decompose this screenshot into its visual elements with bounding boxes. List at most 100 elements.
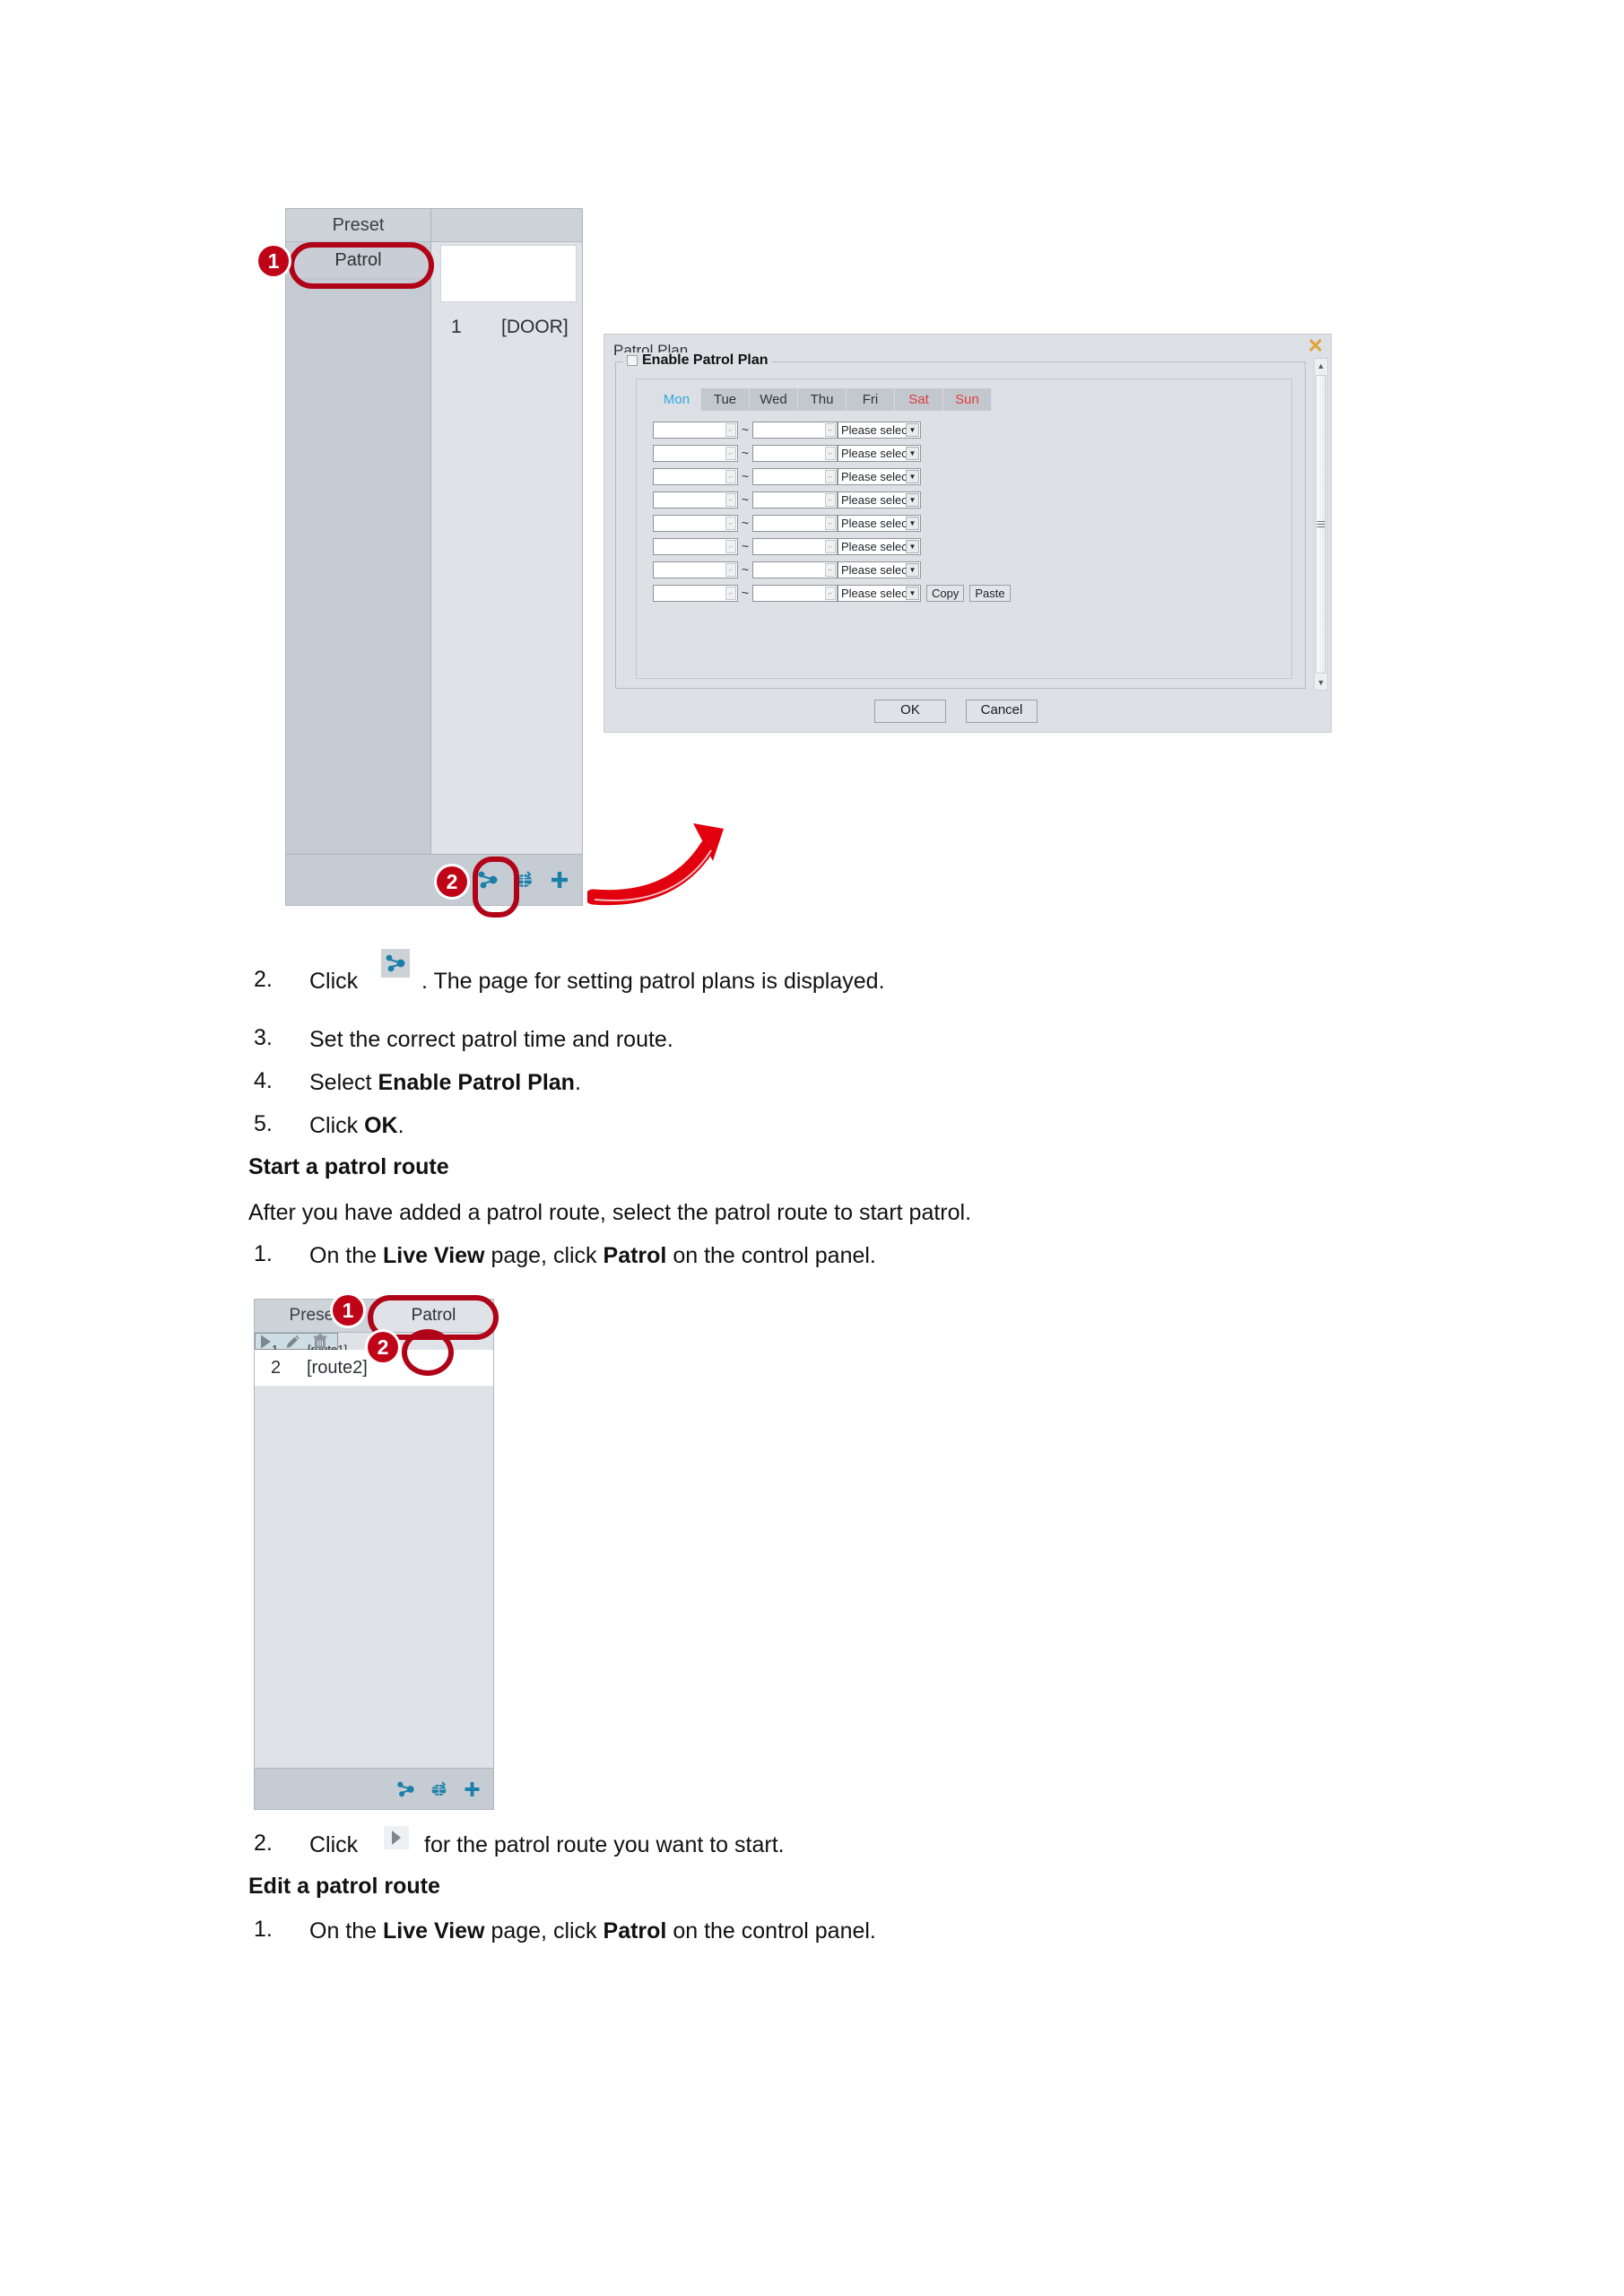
step-5-pre: Click — [309, 1113, 365, 1138]
end-time-input[interactable]: ⌐ — [752, 444, 838, 462]
start-time-input[interactable]: ⌐ — [653, 537, 738, 555]
time-picker-icon[interactable]: ⌐ — [725, 492, 736, 507]
plan-row: ⌐ ~ ⌐ Please select ▼ — [653, 444, 1284, 462]
dialog-scrollbar[interactable]: ▲ ▼ — [1314, 358, 1328, 691]
route-panel-toolbar — [255, 1768, 493, 1809]
time-picker-icon[interactable]: ⌐ — [825, 446, 836, 460]
scrollbar-thumb[interactable] — [1316, 375, 1326, 674]
day-tab-mon[interactable]: Mon — [653, 388, 701, 411]
time-picker-icon[interactable]: ⌐ — [825, 539, 836, 553]
chevron-down-icon[interactable]: ▼ — [906, 469, 919, 483]
end-time-input[interactable]: ⌐ — [752, 584, 838, 602]
time-picker-icon[interactable]: ⌐ — [725, 516, 736, 530]
preset-column-header[interactable]: Preset — [286, 209, 430, 242]
start-time-input[interactable]: ⌐ — [653, 444, 738, 462]
scroll-up-icon[interactable]: ▲ — [1315, 359, 1327, 373]
range-separator: ~ — [741, 562, 750, 577]
patrol-tab-button[interactable]: Patrol — [286, 242, 430, 279]
start-time-input[interactable]: ⌐ — [653, 584, 738, 602]
add-icon[interactable] — [548, 868, 571, 891]
delete-patrol-icon[interactable] — [312, 1333, 328, 1350]
patrol-plan-dialog: Patrol Plan ✕ ▲ ▼ Enable Patrol Plan Mon… — [604, 334, 1332, 733]
plan-row: ⌐ ~ ⌐ Please select ▼ — [653, 467, 1284, 485]
day-tab-wed[interactable]: Wed — [750, 388, 798, 411]
time-picker-icon[interactable]: ⌐ — [725, 422, 736, 437]
time-picker-icon[interactable]: ⌐ — [825, 422, 836, 437]
edit-patrol-icon[interactable] — [284, 1333, 301, 1350]
day-tab-sun[interactable]: Sun — [943, 388, 992, 411]
chevron-down-icon[interactable]: ▼ — [906, 446, 919, 460]
start-time-input[interactable]: ⌐ — [653, 421, 738, 439]
chevron-down-icon[interactable]: ▼ — [906, 562, 919, 577]
end-time-input[interactable]: ⌐ — [752, 537, 838, 555]
range-separator: ~ — [741, 586, 750, 600]
route-select[interactable]: Please select ▼ — [838, 537, 921, 555]
ok-button[interactable]: OK — [874, 700, 946, 723]
preset-row[interactable]: 1 [DOOR] — [431, 309, 582, 345]
time-picker-icon[interactable]: ⌐ — [825, 492, 836, 507]
patrol-scan-icon[interactable] — [429, 1779, 449, 1799]
route-select[interactable]: Please select ▼ — [838, 561, 921, 578]
chevron-down-icon[interactable]: ▼ — [906, 516, 919, 530]
step-5-post: . — [397, 1113, 404, 1138]
scroll-down-icon[interactable]: ▼ — [1315, 675, 1327, 690]
plan-row: ⌐ ~ ⌐ Please select ▼ Copy Paste — [653, 584, 1284, 602]
route-select[interactable]: Please select ▼ — [838, 467, 921, 485]
callout-badge-2b: 2 — [368, 1332, 398, 1362]
end-time-input[interactable]: ⌐ — [752, 467, 838, 485]
time-picker-icon[interactable]: ⌐ — [725, 469, 736, 483]
time-picker-icon[interactable]: ⌐ — [725, 562, 736, 577]
day-tab-tue[interactable]: Tue — [701, 388, 750, 411]
start-step-2-before: Click — [309, 1832, 359, 1857]
route-name: [route2] — [307, 1358, 368, 1378]
day-tab-fri[interactable]: Fri — [847, 388, 895, 411]
day-tab-sat[interactable]: Sat — [895, 388, 943, 411]
time-picker-icon[interactable]: ⌐ — [725, 539, 736, 553]
paste-button[interactable]: Paste — [969, 584, 1011, 602]
time-picker-icon[interactable]: ⌐ — [725, 446, 736, 460]
route-select[interactable]: Please select ▼ — [838, 421, 921, 439]
dialog-footer: OK Cancel — [604, 700, 1307, 723]
heading-edit-patrol-route: Edit a patrol route — [248, 1874, 440, 1899]
enable-patrol-plan-checkbox[interactable] — [627, 355, 638, 366]
start-time-input[interactable]: ⌐ — [653, 514, 738, 532]
chevron-down-icon[interactable]: ▼ — [906, 422, 919, 437]
edit-step-1-a: On the — [309, 1918, 383, 1944]
time-picker-icon[interactable]: ⌐ — [825, 516, 836, 530]
chevron-down-icon[interactable]: ▼ — [906, 586, 919, 600]
route-select[interactable]: Please select ▼ — [838, 444, 921, 462]
time-picker-icon[interactable]: ⌐ — [825, 562, 836, 577]
end-time-input[interactable]: ⌐ — [752, 561, 838, 578]
route-select[interactable]: Please select ▼ — [838, 584, 921, 602]
enable-patrol-plan-legend[interactable]: Enable Patrol Plan — [623, 352, 772, 369]
end-time-input[interactable]: ⌐ — [752, 514, 838, 532]
patrol-scan-icon[interactable] — [512, 868, 535, 891]
route-select[interactable]: Please select ▼ — [838, 514, 921, 532]
close-icon[interactable]: ✕ — [1307, 336, 1324, 356]
patrol-plan-icon-inline — [381, 949, 410, 978]
start-time-input[interactable]: ⌐ — [653, 467, 738, 485]
day-tab-thu[interactable]: Thu — [798, 388, 847, 411]
patrol-tab-button-2[interactable]: Patrol — [374, 1300, 493, 1332]
add-icon[interactable] — [462, 1779, 482, 1799]
preset-name-input[interactable] — [440, 245, 577, 302]
chevron-down-icon[interactable]: ▼ — [906, 539, 919, 553]
end-time-input[interactable]: ⌐ — [752, 491, 838, 509]
cancel-button[interactable]: Cancel — [966, 700, 1038, 723]
patrol-plan-icon[interactable] — [476, 868, 499, 891]
start-time-input[interactable]: ⌐ — [653, 491, 738, 509]
chevron-down-icon[interactable]: ▼ — [906, 492, 919, 507]
start-step-1-number: 1. — [254, 1241, 273, 1266]
start-time-input[interactable]: ⌐ — [653, 561, 738, 578]
time-picker-icon[interactable]: ⌐ — [725, 586, 736, 600]
time-picker-icon[interactable]: ⌐ — [825, 586, 836, 600]
start-patrol-icon[interactable] — [258, 1333, 274, 1350]
route-select[interactable]: Please select ▼ — [838, 491, 921, 509]
end-time-input[interactable]: ⌐ — [752, 421, 838, 439]
copy-button[interactable]: Copy — [926, 584, 965, 602]
time-picker-icon[interactable]: ⌐ — [825, 469, 836, 483]
range-separator: ~ — [741, 446, 750, 460]
step-3-number: 3. — [254, 1025, 273, 1050]
table-row[interactable]: 1 [route1] — [255, 1333, 347, 1356]
patrol-plan-icon[interactable] — [395, 1779, 416, 1799]
